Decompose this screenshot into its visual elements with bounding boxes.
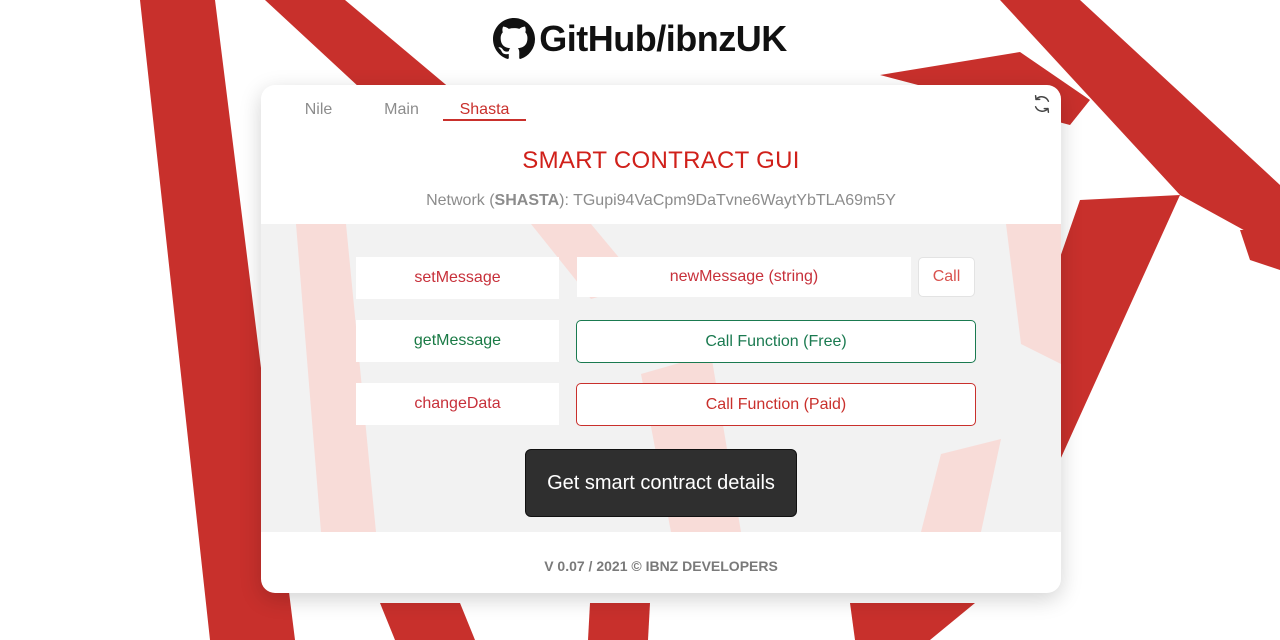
tab-main[interactable]: Main [360, 99, 443, 121]
functions-panel: setMessage Call getMessage Call Function… [261, 224, 1061, 532]
newmessage-input[interactable] [577, 257, 911, 297]
brand-header: GitHub/ibnzUK [0, 18, 1280, 60]
brand-title[interactable]: GitHub/ibnzUK [539, 18, 787, 60]
footer-version: V 0.07 / 2021 © IBNZ DEVELOPERS [544, 558, 778, 574]
tab-shasta[interactable]: Shasta [443, 99, 526, 121]
getmessage-label: getMessage [356, 320, 559, 362]
setmessage-label: setMessage [356, 257, 559, 299]
call-button[interactable]: Call [918, 257, 975, 297]
contract-address: TGupi94VaCpm9DaTvne6WaytYbTLA69m5Y [573, 192, 896, 209]
tab-nile[interactable]: Nile [277, 99, 360, 121]
network-info: Network (SHASTA): TGupi94VaCpm9DaTvne6Wa… [261, 192, 1061, 210]
contract-card: Nile Main Shasta SMART CONTRACT GUI Netw… [261, 85, 1061, 593]
call-function-paid-button[interactable]: Call Function (Paid) [576, 383, 976, 426]
refresh-icon[interactable] [1031, 93, 1053, 115]
page-title: SMART CONTRACT GUI [522, 147, 800, 174]
network-tabs: Nile Main Shasta [277, 99, 526, 121]
github-octocat-icon [493, 18, 536, 59]
get-contract-details-button[interactable]: Get smart contract details [525, 449, 797, 517]
changedata-label: changeData [356, 383, 559, 425]
call-function-free-button[interactable]: Call Function (Free) [576, 320, 976, 363]
network-prefix: Network ( [426, 192, 495, 209]
network-name: SHASTA [494, 192, 560, 209]
network-suffix: ): [559, 192, 574, 209]
